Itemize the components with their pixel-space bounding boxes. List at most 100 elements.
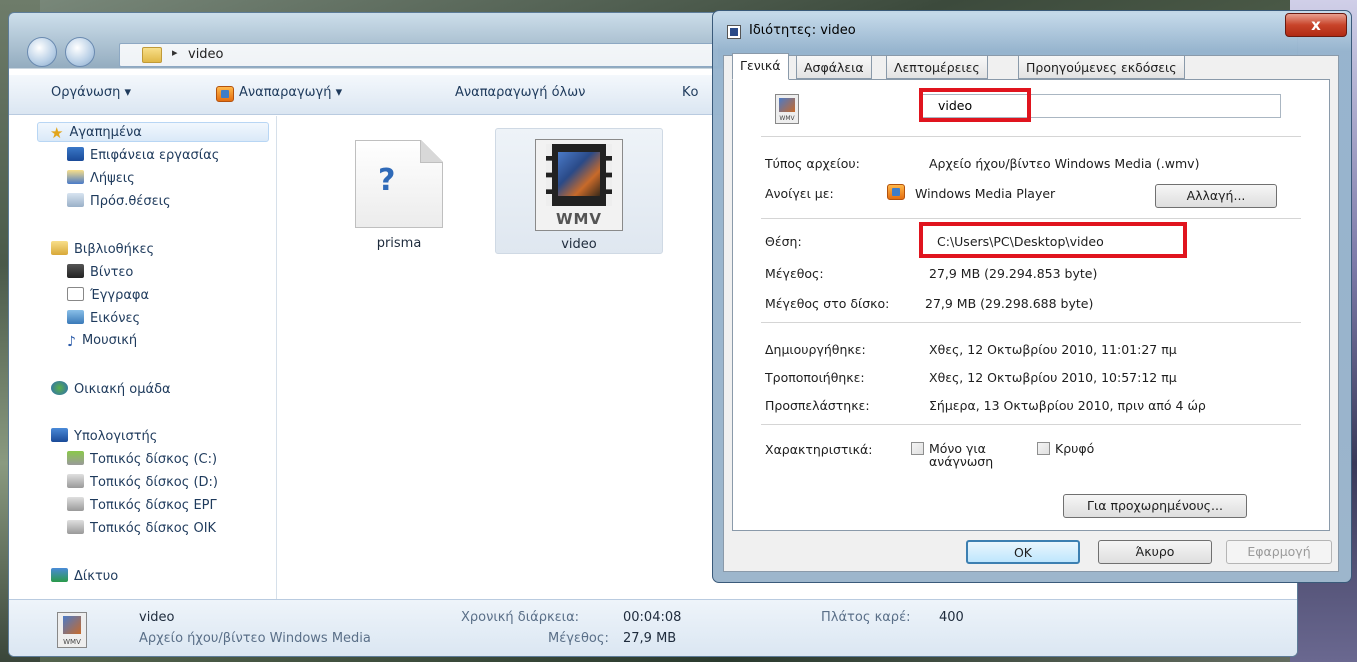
status-size-value: 27,9 MB	[623, 631, 677, 646]
modified-label: Τροποποιήθηκε:	[765, 370, 865, 385]
created-value: Χθες, 12 Οκτωβρίου 2010, 11:01:27 πμ	[929, 342, 1177, 357]
status-size-label: Μέγεθος:	[548, 631, 609, 646]
wmv-file-icon: WMV	[535, 139, 623, 231]
documents-icon	[67, 287, 84, 301]
file-item-prisma[interactable]: ? prisma	[315, 128, 483, 254]
sidebar-item-pictures[interactable]: Εικόνες	[67, 310, 140, 330]
sidebar-item-drive-d[interactable]: Τοπικός δίσκος (D:)	[67, 474, 218, 494]
separator	[761, 218, 1301, 219]
sidebar-item-recent[interactable]: Πρόσ.θέσεις	[67, 193, 171, 213]
file-type-value: Αρχείο ήχου/βίντεο Windows Media (.wmv)	[929, 156, 1200, 171]
tab-security[interactable]: Ασφάλεια	[796, 55, 872, 79]
advanced-button[interactable]: Για προχωρημένους...	[1063, 494, 1247, 518]
size-on-disk-value: 27,9 MB (29.298.688 byte)	[925, 296, 1094, 311]
network-icon	[51, 568, 68, 582]
separator	[761, 136, 1301, 137]
apply-button[interactable]: Εφαρμογή	[1226, 540, 1332, 564]
desktop-icon	[67, 147, 84, 161]
sidebar-item-drive-oik[interactable]: Τοπικός δίσκος ΟΙΚ	[67, 520, 216, 540]
highlight-box-filename	[919, 88, 1031, 122]
forward-button[interactable]	[65, 37, 95, 67]
dialog-title: Ιδιότητες: video	[749, 23, 856, 38]
tab-previous-versions[interactable]: Προηγούμενες εκδόσεις	[1018, 55, 1185, 79]
drive-icon	[67, 474, 84, 488]
dialog-body: Γενικά Ασφάλεια Λεπτομέρειες Προηγούμενε…	[723, 53, 1339, 572]
navigation-pane: ★ Αγαπημένα Επιφάνεια εργασίας Λήψεις Πρό…	[9, 116, 277, 599]
size-label: Μέγεθος:	[765, 266, 824, 281]
sidebar-item-documents[interactable]: Έγγραφα	[67, 287, 149, 307]
sidebar-item-downloads[interactable]: Λήψεις	[67, 170, 135, 190]
opens-with-label: Ανοίγει με:	[765, 186, 834, 201]
media-player-icon	[216, 86, 234, 102]
status-duration-label: Χρονική διάρκεια:	[461, 610, 580, 625]
tab-details[interactable]: Λεπτομέρειες	[886, 55, 988, 79]
status-frame-width-value: 400	[939, 610, 964, 625]
file-name: prisma	[376, 236, 422, 251]
file-name: video	[561, 237, 597, 252]
modified-value: Χθες, 12 Οκτωβρίου 2010, 10:57:12 πμ	[929, 370, 1177, 385]
sidebar-computer[interactable]: Υπολογιστής	[51, 428, 157, 448]
sidebar-item-music[interactable]: ♪ Μουσική	[67, 333, 137, 353]
computer-icon	[51, 428, 68, 442]
homegroup-icon	[51, 381, 68, 395]
size-value: 27,9 MB (29.294.853 byte)	[929, 266, 1098, 281]
opens-with-value: Windows Media Player	[915, 186, 1056, 201]
attributes-label: Χαρακτηριστικά:	[765, 442, 873, 457]
breadcrumb-video[interactable]: video	[188, 47, 224, 62]
sidebar-homegroup[interactable]: Οικιακή ομάδα	[51, 381, 171, 401]
star-icon: ★	[50, 124, 64, 142]
back-button[interactable]	[27, 37, 57, 67]
pictures-icon	[67, 310, 84, 324]
cancel-button[interactable]: Άκυρο	[1098, 540, 1212, 564]
music-note-icon: ♪	[67, 334, 76, 350]
properties-dialog: Ιδιότητες: video x Γενικά Ασφάλεια Λεπτο…	[712, 10, 1352, 583]
ok-button[interactable]: OK	[966, 540, 1080, 564]
sidebar-item-videos[interactable]: Βίντεο	[67, 264, 133, 284]
sidebar-libraries[interactable]: Βιβλιοθήκες	[51, 241, 154, 261]
hidden-checkbox[interactable]	[1037, 442, 1050, 455]
created-label: Δημιουργήθηκε:	[765, 342, 866, 357]
tab-general[interactable]: Γενικά	[732, 53, 789, 80]
libraries-icon	[51, 241, 68, 255]
sidebar-network[interactable]: Δίκτυο	[51, 568, 118, 588]
address-bar[interactable]: ▸ video	[119, 43, 719, 67]
drive-icon	[67, 451, 84, 465]
readonly-checkbox[interactable]	[911, 442, 924, 455]
separator	[761, 424, 1301, 425]
breadcrumb-arrow-icon[interactable]: ▸	[172, 46, 178, 59]
readonly-label-line2: ανάγνωση	[929, 454, 994, 469]
separator	[761, 322, 1301, 323]
organize-button[interactable]: Οργάνωση ▾	[51, 85, 131, 100]
accessed-value: Σήμερα, 13 Οκτωβρίου 2010, πριν από 4 ώρ	[929, 398, 1206, 413]
sidebar-item-drive-erg[interactable]: Τοπικός δίσκος ΕΡΓ	[67, 497, 217, 517]
close-button[interactable]: x	[1285, 13, 1347, 37]
file-type-label: Τύπος αρχείου:	[765, 156, 860, 171]
hidden-label: Κρυφό	[1055, 441, 1095, 456]
status-duration-value: 00:04:08	[623, 610, 682, 625]
drive-icon	[67, 520, 84, 534]
wmv-file-icon	[57, 612, 87, 648]
media-player-icon	[887, 184, 905, 200]
sidebar-item-desktop[interactable]: Επιφάνεια εργασίας	[67, 147, 219, 167]
unknown-file-icon: ?	[355, 140, 443, 228]
downloads-icon	[67, 170, 84, 184]
properties-icon	[727, 25, 741, 39]
size-on-disk-label: Μέγεθος στο δίσκο:	[765, 296, 890, 311]
wmv-file-icon	[775, 94, 799, 124]
sidebar-favorites[interactable]: ★ Αγαπημένα	[37, 122, 269, 142]
change-button[interactable]: Αλλαγή...	[1155, 184, 1277, 208]
drive-icon	[67, 497, 84, 511]
folder-icon	[142, 47, 162, 63]
recent-places-icon	[67, 193, 84, 207]
details-pane: video Αρχείο ήχου/βίντεο Windows Media Χ…	[9, 599, 1297, 656]
status-frame-width-label: Πλάτος καρέ:	[821, 610, 911, 625]
burn-button[interactable]: Κο	[682, 85, 698, 100]
status-file-type: Αρχείο ήχου/βίντεο Windows Media	[139, 631, 371, 646]
videos-icon	[67, 264, 84, 278]
play-button[interactable]: Αναπαραγωγή ▾	[239, 85, 342, 100]
general-tab-panel: video Τύπος αρχείου: Αρχείο ήχου/βίντεο …	[732, 79, 1330, 531]
sidebar-item-drive-c[interactable]: Τοπικός δίσκος (C:)	[67, 451, 217, 471]
file-item-video[interactable]: WMV video	[495, 128, 663, 254]
status-file-name: video	[139, 610, 175, 625]
play-all-button[interactable]: Αναπαραγωγή όλων	[455, 85, 585, 100]
